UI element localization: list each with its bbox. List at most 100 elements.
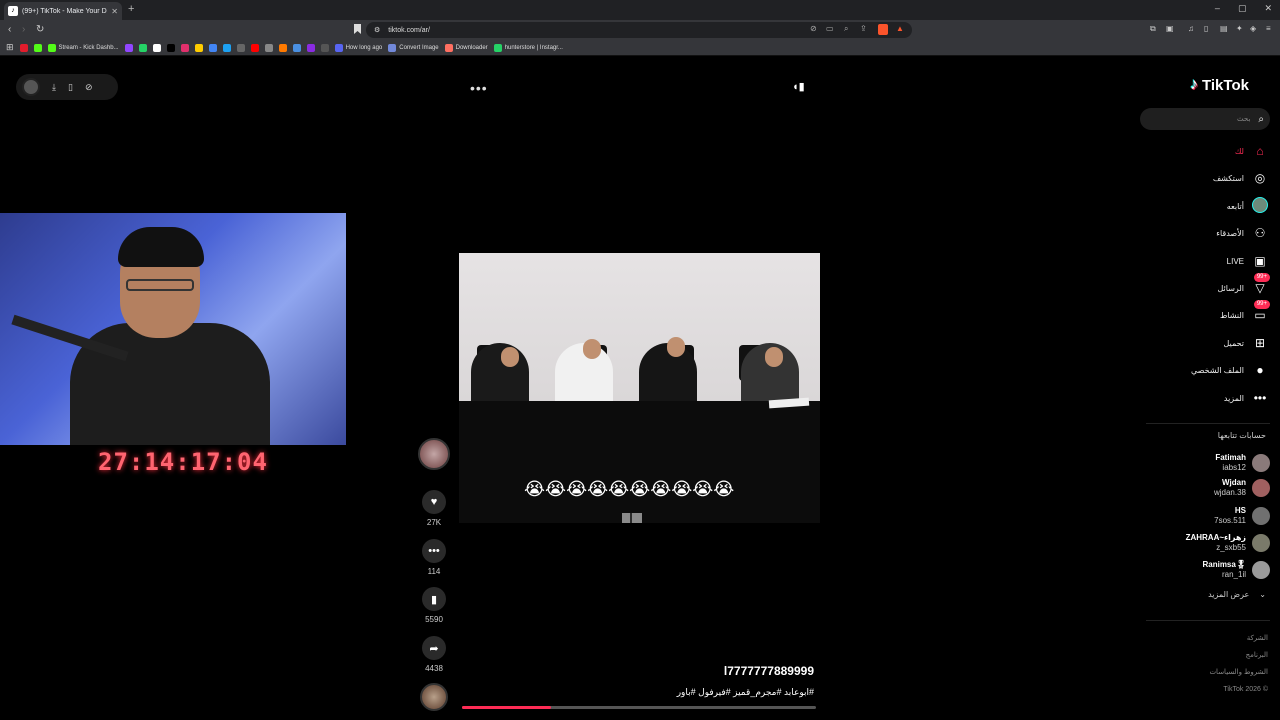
menu-icon[interactable]: ≡ [1266, 24, 1271, 33]
search-icon[interactable]: ⌕ [1258, 114, 1264, 125]
browser-tab[interactable]: ♪ (99+) TikTok - Make Your Day ✕ [4, 2, 122, 20]
sidebar-nav-label: LIVE [1226, 256, 1244, 266]
more-options-icon[interactable]: ••• [470, 80, 488, 96]
footer-link[interactable]: TikTok 2026 © [1140, 681, 1268, 698]
screenshot-icon[interactable]: ▣ [1166, 24, 1174, 33]
account-names: ZAHRAA~زهراء z_sxb55 [1186, 533, 1246, 553]
sidebar-nav-item[interactable]: المزيد ••• [1224, 388, 1268, 408]
cast-icon[interactable]: ▭ [826, 24, 834, 33]
reload-icon[interactable]: ↻ [36, 24, 44, 35]
like-button[interactable]: ♥ 27K [422, 490, 446, 527]
bookmark-item[interactable] [166, 43, 175, 52]
bookmark-item[interactable] [320, 43, 329, 52]
bookmark-item[interactable]: Stream - Kick Dashb... [47, 43, 119, 52]
new-tab-button[interactable]: + [128, 3, 134, 15]
following-account[interactable]: Ranimsa🎖 ran_1il [1140, 558, 1270, 582]
bookmark-item[interactable]: How long ago [334, 43, 382, 52]
bookmark-item[interactable] [306, 43, 315, 52]
sidebar-nav-item[interactable]: استكشف ◎ [1213, 168, 1268, 188]
video-caption[interactable]: #ابوعابد #مجرم_قميز #فيرفول #باور [560, 687, 814, 698]
bookmark-item[interactable] [250, 43, 259, 52]
apps-grid-icon[interactable]: ⊞ [6, 42, 14, 53]
bookmark-item[interactable]: hunterstore | Instagr... [493, 43, 563, 52]
bookmark-item[interactable] [138, 43, 147, 52]
zoom-icon[interactable]: ⌕ [844, 24, 848, 34]
profile-icon: ● [1256, 363, 1264, 377]
bookmark-item[interactable] [33, 43, 42, 52]
download-icon[interactable]: ⤓ [52, 82, 56, 93]
footer-link[interactable]: الشروط والسياسات [1140, 664, 1268, 681]
bookmark-item[interactable] [208, 43, 217, 52]
comment-button[interactable]: ••• 114 [422, 539, 446, 576]
bookmark-item[interactable] [236, 43, 245, 52]
bookmark-label: hunterstore | Instagr... [504, 44, 563, 51]
sidebar-nav-item[interactable]: تحميل ⊞ [1224, 333, 1269, 353]
video-progress[interactable] [462, 706, 816, 709]
search-input[interactable]: بحث ⌕ [1140, 108, 1270, 130]
following-account[interactable]: Fatimah iabs12 [1140, 451, 1270, 475]
footer-link[interactable]: الشركة [1140, 630, 1268, 647]
music-disc-avatar[interactable] [420, 683, 448, 711]
brave-rewards-icon[interactable]: ▲ [896, 24, 904, 33]
sound-icon[interactable]: ◖▮ [792, 80, 805, 93]
phone-icon[interactable]: ▯ [68, 82, 73, 93]
bookmark-favicon-icon [180, 43, 189, 52]
tab-close-icon[interactable]: ✕ [111, 7, 118, 16]
bookmark-item[interactable]: Downloader [444, 43, 488, 52]
bookmark-item[interactable] [152, 43, 161, 52]
see-more-button[interactable]: عرض المزيد ⌄ [1140, 590, 1266, 599]
brave-shield-icon[interactable] [878, 24, 888, 35]
bookmark-item[interactable] [180, 43, 189, 52]
following-account[interactable]: ZAHRAA~زهراء z_sxb55 [1140, 531, 1270, 555]
sidebar-nav-item[interactable]: الرسائل ▽ 99+ [1218, 273, 1270, 298]
toolbox-avatar[interactable] [22, 78, 40, 96]
extension-icon[interactable]: ⧉ [1150, 24, 1156, 34]
no-tracking-icon[interactable]: ⊘ [810, 24, 817, 33]
sidebar-nav-item[interactable]: أتابعه [1227, 196, 1268, 216]
share-icon[interactable]: ⇪ [860, 24, 867, 33]
bookmark-item[interactable] [19, 43, 28, 52]
account-name: ZAHRAA~زهراء [1185, 533, 1246, 542]
sidebar-nav-label: أتابعه [1226, 201, 1244, 211]
wallet-icon[interactable]: ▤ [1220, 24, 1228, 33]
bookmark-item[interactable] [222, 43, 231, 52]
leo-icon[interactable]: ✦ [1236, 24, 1243, 33]
bookmark-item[interactable]: Convert Image [388, 43, 439, 52]
bookmark-item[interactable] [292, 43, 301, 52]
maximize-icon[interactable]: ▢ [1238, 3, 1247, 14]
pause-indicator-icon[interactable] [622, 513, 642, 523]
compass-small-icon[interactable]: ⊘ [85, 82, 93, 93]
account-names: HS 7sos.511 [1214, 506, 1246, 526]
sidebar-nav-item[interactable]: النشاط ▭ 99+ [1220, 300, 1270, 325]
save-button[interactable]: ▮ 5590 [422, 587, 446, 624]
bookmark-favicon-icon [208, 43, 217, 52]
tiktok-logo[interactable]: ♪ TikTok [1190, 76, 1249, 94]
sidebar-nav-item[interactable]: الملف الشخصي ● [1191, 360, 1268, 380]
share-button[interactable]: ➦ 4438 [422, 636, 446, 673]
back-icon[interactable]: ‹ [8, 24, 11, 35]
footer-link[interactable]: البرنامج [1140, 647, 1268, 664]
forward-icon[interactable]: › [22, 24, 25, 35]
sidebar-toggle-icon[interactable]: ▯ [1204, 24, 1208, 33]
notification-badge: 99+ [1253, 273, 1270, 282]
following-account[interactable]: HS 7sos.511 [1140, 504, 1270, 528]
creator-avatar[interactable] [418, 438, 450, 470]
minimize-icon[interactable]: – [1215, 3, 1220, 14]
following-account[interactable]: Wjdan wjdan.38 [1140, 476, 1270, 500]
sidebar-nav-label: المزيد [1223, 393, 1244, 403]
sidebar-nav-item[interactable]: لك ⌂ [1235, 141, 1268, 161]
site-info-icon[interactable]: ⚙ [374, 26, 380, 34]
bookmark-item[interactable] [264, 43, 273, 52]
bookmark-item[interactable] [194, 43, 203, 52]
sidebar-nav-item[interactable]: LIVE ▣ [1227, 251, 1268, 271]
video-author[interactable]: l7777777889999 [600, 664, 814, 678]
media-icon[interactable]: ♫ [1188, 24, 1194, 33]
bookmark-item[interactable] [278, 43, 287, 52]
window-close-icon[interactable]: ✕ [1264, 3, 1272, 14]
vpn-icon[interactable]: ◈ [1250, 24, 1256, 33]
bookmark-item[interactable] [124, 43, 133, 52]
bookmark-icon[interactable] [354, 24, 361, 34]
sidebar-nav-item[interactable]: الأصدقاء ⚇ [1216, 223, 1268, 243]
heart-icon: ♥ [422, 490, 446, 514]
sidebar-nav-label: تحميل [1223, 338, 1245, 348]
